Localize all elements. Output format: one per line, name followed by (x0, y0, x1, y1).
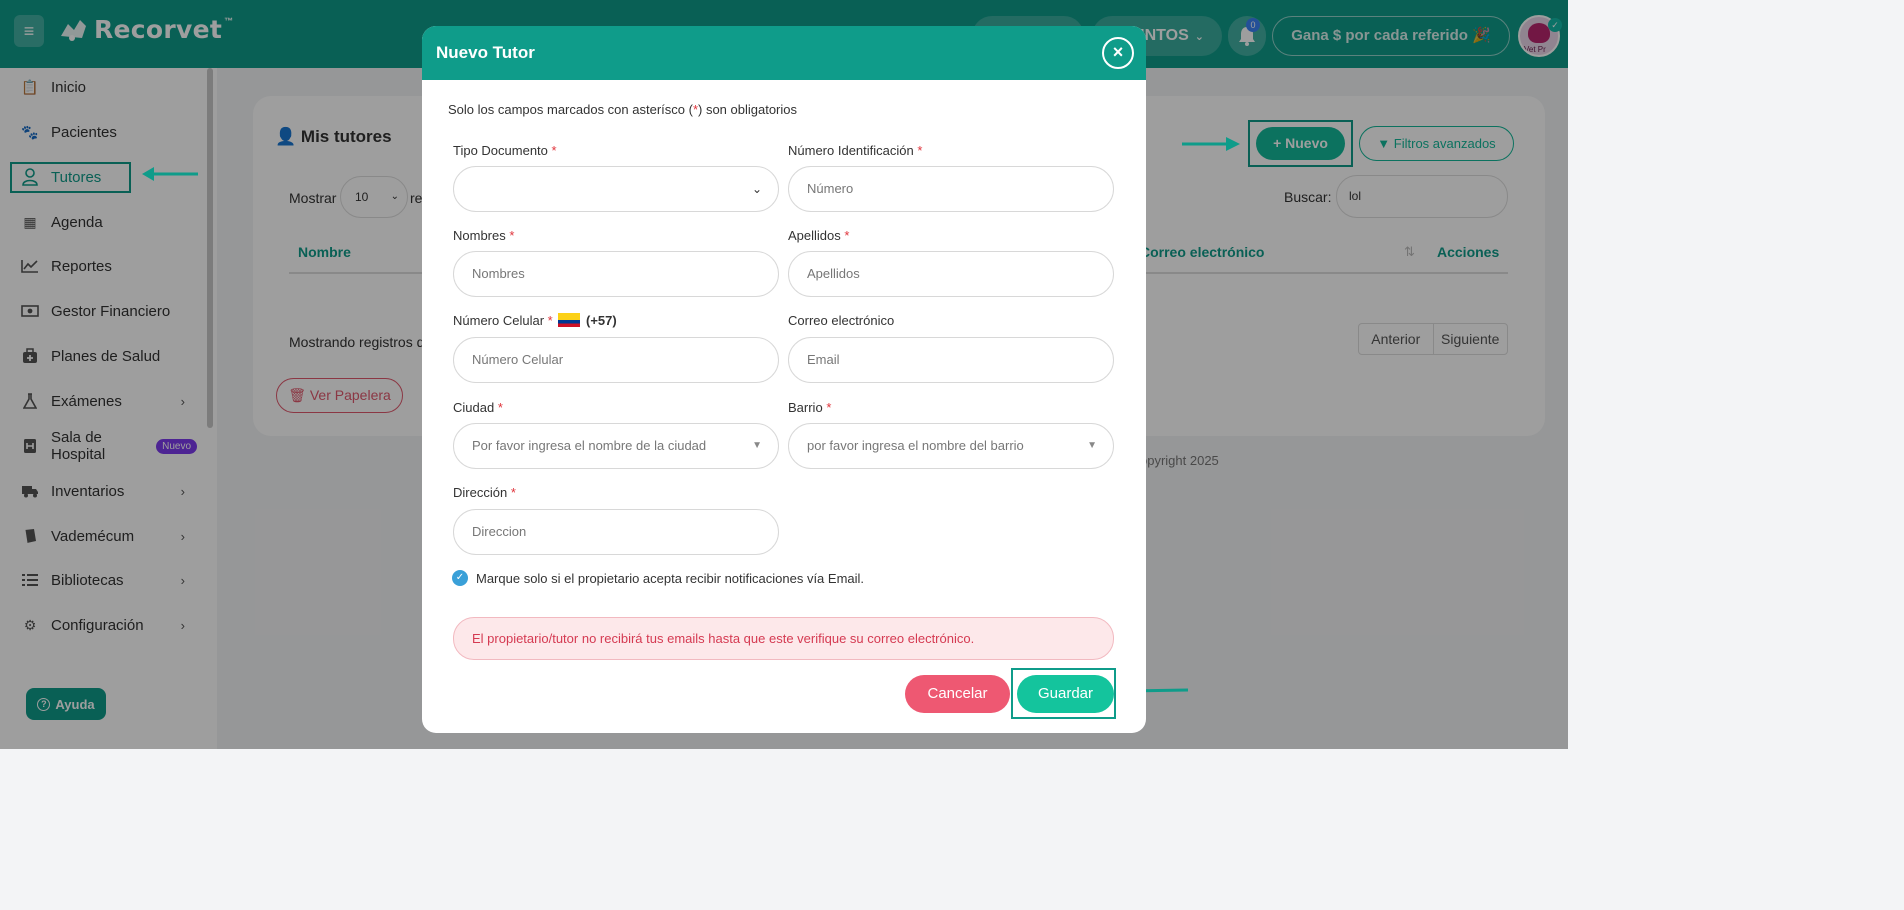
phone-prefix: (+57) (585, 313, 617, 328)
address-input[interactable]: Direccion (453, 509, 779, 555)
close-icon[interactable]: × (1102, 37, 1134, 69)
last-names-input[interactable]: Apellidos (788, 251, 1114, 297)
email-notifications-checkbox[interactable]: ✓ (452, 570, 468, 586)
doc-type-select[interactable]: ⌄ (453, 166, 779, 212)
last-names-label: Apellidos * (788, 228, 850, 243)
required-fields-note: Solo los campos marcados con asterísco (… (448, 102, 797, 117)
modal-header: Nuevo Tutor × (422, 26, 1146, 80)
caret-down-icon: ▼ (752, 440, 762, 451)
email-notifications-label[interactable]: Marque solo si el propietario acepta rec… (476, 571, 864, 586)
annotation-arrow-icon (142, 167, 198, 181)
doc-type-label: Tipo Documento * (453, 143, 557, 158)
first-names-label: Nombres * (453, 228, 515, 243)
colombia-flag-icon (558, 313, 581, 327)
phone-label: Número Celular * (+57) (453, 313, 617, 328)
caret-down-icon: ▼ (1087, 440, 1097, 451)
cancel-button[interactable]: Cancelar (905, 675, 1010, 713)
highlight-box (1011, 668, 1116, 719)
chevron-down-icon: ⌄ (751, 182, 762, 196)
phone-input[interactable]: Número Celular (453, 337, 779, 383)
email-label: Correo electrónico (788, 313, 895, 328)
city-label: Ciudad * (453, 400, 503, 415)
new-tutor-modal: Nuevo Tutor × Solo los campos marcados c… (422, 26, 1146, 733)
city-select[interactable]: Por favor ingresa el nombre de la ciudad… (453, 423, 779, 469)
neighborhood-select[interactable]: por favor ingresa el nombre del barrio ▼ (788, 423, 1114, 469)
first-names-input[interactable]: Nombres (453, 251, 779, 297)
neighborhood-label: Barrio * (788, 400, 832, 415)
id-number-input[interactable]: Número (788, 166, 1114, 212)
email-verification-alert: El propietario/tutor no recibirá tus ema… (453, 617, 1114, 660)
address-label: Dirección * (453, 485, 516, 500)
email-field[interactable]: Email (788, 337, 1114, 383)
annotation-arrow-icon (1182, 137, 1240, 151)
id-number-label: Número Identificación * (788, 143, 923, 158)
modal-title: Nuevo Tutor (436, 43, 535, 62)
